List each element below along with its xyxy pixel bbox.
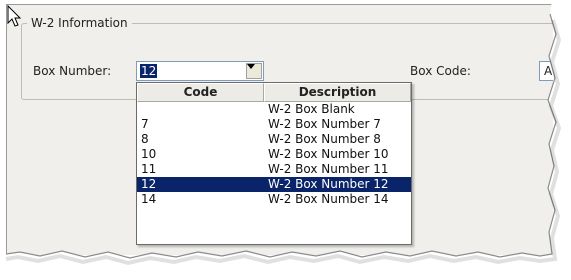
torn-edge-effect — [0, 0, 571, 280]
torn-screenshot-frame: W-2 Information Box Number: 12 Box Code:… — [0, 0, 571, 280]
